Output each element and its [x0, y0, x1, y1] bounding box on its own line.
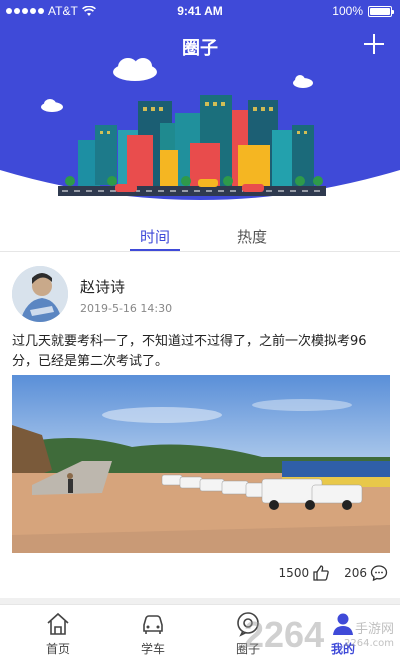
like-button[interactable]: 1500: [279, 564, 331, 582]
avatar[interactable]: [12, 266, 68, 322]
buildings: [78, 95, 314, 187]
status-bar: AT&T 9:41 AM 100%: [0, 0, 400, 22]
battery-label: 100%: [332, 4, 363, 18]
thumbs-up-icon: [313, 565, 329, 581]
comment-count: 206: [344, 566, 367, 580]
feed-tabs: 时间 热度: [0, 222, 400, 252]
status-right: 100%: [332, 4, 394, 18]
battery-icon: [368, 5, 394, 17]
post-photo[interactable]: [12, 375, 390, 553]
nav-profile-label: 我的: [330, 642, 355, 656]
nav-circle[interactable]: 圈子: [198, 611, 298, 657]
comment-button[interactable]: 206: [344, 564, 388, 582]
driving-school-photo: [12, 375, 390, 553]
post-stats: 1500 206: [279, 564, 388, 582]
chat-circle-icon: [237, 612, 259, 637]
nav-learn-driving[interactable]: 学车: [103, 611, 203, 657]
header-banner: AT&T 9:41 AM 100% 圈子: [0, 0, 400, 205]
tab-time[interactable]: 时间: [115, 222, 195, 252]
post-time: 2019-5-16 14:30: [80, 302, 173, 315]
nav-learn-driving-label: 学车: [140, 642, 165, 656]
profile-icon: [333, 613, 353, 635]
home-icon: [47, 612, 69, 635]
nav-home[interactable]: 首页: [8, 611, 108, 657]
nav-home-label: 首页: [45, 642, 70, 656]
nav-circle-label: 圈子: [235, 642, 260, 656]
add-post-button[interactable]: [362, 32, 386, 56]
nav-profile[interactable]: 我的: [293, 611, 393, 657]
bottom-nav: 首页 学车 圈子 我的: [0, 604, 400, 666]
post-text: 过几天就要考科一了，不知道过不过得了，之前一次模拟考96分，已经是第二次考试了。: [12, 334, 367, 369]
tab-popularity[interactable]: 热度: [212, 222, 292, 252]
avatar-image: [12, 266, 68, 322]
like-count: 1500: [278, 566, 310, 580]
author-name[interactable]: 赵诗诗: [80, 276, 125, 297]
comment-icon: [370, 565, 388, 582]
city-illustration: [0, 58, 400, 205]
car-icon: [143, 615, 163, 634]
tab-active-indicator: [130, 249, 180, 251]
